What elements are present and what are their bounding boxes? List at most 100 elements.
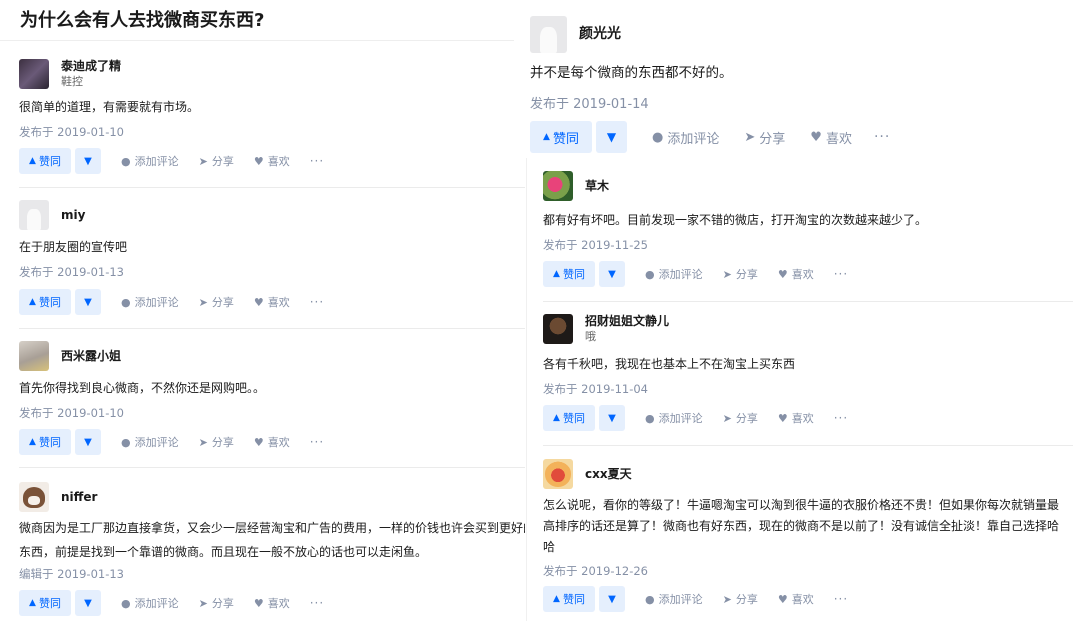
upvote-button[interactable]: ▲ 赞同 xyxy=(543,405,595,431)
answer-line: 微商因为是工厂那边直接拿货，又会少一层经营淘宝和广告的费用，一样的价钱也许会买到… xyxy=(19,521,525,535)
share-button[interactable]: ➤ 分享 xyxy=(723,591,758,607)
share-button[interactable]: ➤ 分享 xyxy=(723,266,758,282)
upvote-button[interactable]: ▲ 赞同 xyxy=(19,148,71,174)
heart-icon: ♥ xyxy=(777,592,788,606)
author-row: 草木 xyxy=(543,171,609,201)
upvote-button[interactable]: ▲ 赞同 xyxy=(543,586,595,612)
heart-icon: ♥ xyxy=(777,267,788,281)
more-dots-icon[interactable]: ··· xyxy=(310,596,324,610)
more-dots-icon[interactable]: ··· xyxy=(834,592,848,606)
answer-divider xyxy=(19,467,525,468)
answer-date[interactable]: 发布于 2019-01-14 xyxy=(530,93,649,112)
triangle-up-icon: ▲ xyxy=(543,132,550,142)
downvote-button[interactable]: ▼ xyxy=(75,590,101,616)
author-row: 西米露小姐 xyxy=(19,341,121,371)
comment-bubble-icon: ● xyxy=(121,435,131,449)
share-label: 分享 xyxy=(211,597,234,610)
downvote-button[interactable]: ▼ xyxy=(599,586,625,612)
answer-line: 在于朋友圈的宣传吧 xyxy=(19,240,128,254)
author-row: 泰迪成了精 鞋控 xyxy=(19,59,121,89)
like-button[interactable]: ♥ 喜欢 xyxy=(810,128,852,147)
answer-date[interactable]: 发布于 2019-11-25 xyxy=(543,237,648,253)
answer-date[interactable]: 编辑于 2019-01-13 xyxy=(19,566,124,582)
upvote-label: 赞同 xyxy=(562,593,585,606)
paper-plane-icon: ➤ xyxy=(198,295,208,309)
author-name[interactable]: miy xyxy=(61,208,85,223)
answer-date[interactable]: 发布于 2019-01-13 xyxy=(19,264,124,280)
comment-button[interactable]: ● 添加评论 xyxy=(121,595,179,611)
author-name[interactable]: cxx夏天 xyxy=(585,467,632,482)
comment-button[interactable]: ● 添加评论 xyxy=(121,153,179,169)
share-label: 分享 xyxy=(735,412,758,425)
action-bar: ▲ 赞同 ▼ ● 添加评论 ➤ 分享 ♥ 喜欢 ··· xyxy=(19,289,324,315)
like-button[interactable]: ♥ 喜欢 xyxy=(254,434,290,450)
like-button[interactable]: ♥ 喜欢 xyxy=(254,153,290,169)
upvote-button[interactable]: ▲ 赞同 xyxy=(19,590,71,616)
author-name[interactable]: 草木 xyxy=(585,179,609,194)
avatar[interactable] xyxy=(543,171,573,201)
answer-date[interactable]: 发布于 2019-11-04 xyxy=(543,381,648,397)
author-name[interactable]: 颜光光 xyxy=(579,27,621,42)
more-dots-icon[interactable]: ··· xyxy=(310,295,324,309)
author-name[interactable]: 泰迪成了精 xyxy=(61,59,121,74)
downvote-button[interactable]: ▼ xyxy=(599,261,625,287)
author-row: 颜光光 xyxy=(530,16,621,53)
paper-plane-icon: ➤ xyxy=(722,411,732,425)
upvote-button[interactable]: ▲ 赞同 xyxy=(530,121,592,153)
downvote-button[interactable]: ▼ xyxy=(596,121,627,153)
share-label: 分享 xyxy=(735,268,758,281)
more-dots-icon[interactable]: ··· xyxy=(310,435,324,449)
share-button[interactable]: ➤ 分享 xyxy=(199,294,234,310)
share-label: 分享 xyxy=(735,593,758,606)
comment-button[interactable]: ● 添加评论 xyxy=(645,591,703,607)
like-button[interactable]: ♥ 喜欢 xyxy=(254,595,290,611)
answer-line: 都有好有坏吧。目前发现一家不错的微店，打开淘宝的次数越来越少了。 xyxy=(543,213,928,227)
share-button[interactable]: ➤ 分享 xyxy=(199,434,234,450)
share-button[interactable]: ➤ 分享 xyxy=(744,128,785,147)
share-button[interactable]: ➤ 分享 xyxy=(199,595,234,611)
triangle-down-icon: ▼ xyxy=(84,155,92,167)
more-dots-icon[interactable]: ··· xyxy=(834,267,848,281)
share-button[interactable]: ➤ 分享 xyxy=(723,410,758,426)
avatar[interactable] xyxy=(543,314,573,344)
downvote-button[interactable]: ▼ xyxy=(599,405,625,431)
downvote-button[interactable]: ▼ xyxy=(75,429,101,455)
comment-label: 添加评论 xyxy=(134,296,179,309)
like-button[interactable]: ♥ 喜欢 xyxy=(778,410,814,426)
author-name[interactable]: niffer xyxy=(61,490,97,505)
share-label: 分享 xyxy=(759,131,786,147)
avatar[interactable] xyxy=(19,59,49,89)
comment-button[interactable]: ● 添加评论 xyxy=(645,266,703,282)
comment-button[interactable]: ● 添加评论 xyxy=(121,434,179,450)
comment-button[interactable]: ● 添加评论 xyxy=(121,294,179,310)
answer-date[interactable]: 发布于 2019-01-10 xyxy=(19,124,124,140)
upvote-button[interactable]: ▲ 赞同 xyxy=(19,429,71,455)
avatar[interactable] xyxy=(530,16,567,53)
more-dots-icon[interactable]: ··· xyxy=(874,129,890,145)
author-name[interactable]: 西米露小姐 xyxy=(61,349,121,364)
comment-button[interactable]: ● 添加评论 xyxy=(652,128,719,147)
like-button[interactable]: ♥ 喜欢 xyxy=(778,266,814,282)
heart-icon: ♥ xyxy=(253,435,264,449)
like-button[interactable]: ♥ 喜欢 xyxy=(254,294,290,310)
upvote-button[interactable]: ▲ 赞同 xyxy=(543,261,595,287)
share-button[interactable]: ➤ 分享 xyxy=(199,153,234,169)
answer-date[interactable]: 发布于 2019-01-10 xyxy=(19,405,124,421)
avatar[interactable] xyxy=(19,341,49,371)
author-name[interactable]: 招财姐姐文静儿 xyxy=(585,314,669,329)
heart-icon: ♥ xyxy=(777,411,788,425)
downvote-button[interactable]: ▼ xyxy=(75,289,101,315)
avatar[interactable] xyxy=(19,482,49,512)
author-row: 招财姐姐文静儿 哦 xyxy=(543,314,669,344)
avatar[interactable] xyxy=(19,200,49,230)
answer-date[interactable]: 发布于 2019-12-26 xyxy=(543,563,648,579)
comment-button[interactable]: ● 添加评论 xyxy=(645,410,703,426)
upvote-button[interactable]: ▲ 赞同 xyxy=(19,289,71,315)
answer-content: 微商因为是工厂那边直接拿货，又会少一层经营淘宝和广告的费用，一样的价钱也许会买到… xyxy=(19,516,525,564)
triangle-down-icon: ▼ xyxy=(84,597,92,609)
more-dots-icon[interactable]: ··· xyxy=(834,411,848,425)
more-dots-icon[interactable]: ··· xyxy=(310,154,324,168)
avatar[interactable] xyxy=(543,459,573,489)
like-button[interactable]: ♥ 喜欢 xyxy=(778,591,814,607)
downvote-button[interactable]: ▼ xyxy=(75,148,101,174)
